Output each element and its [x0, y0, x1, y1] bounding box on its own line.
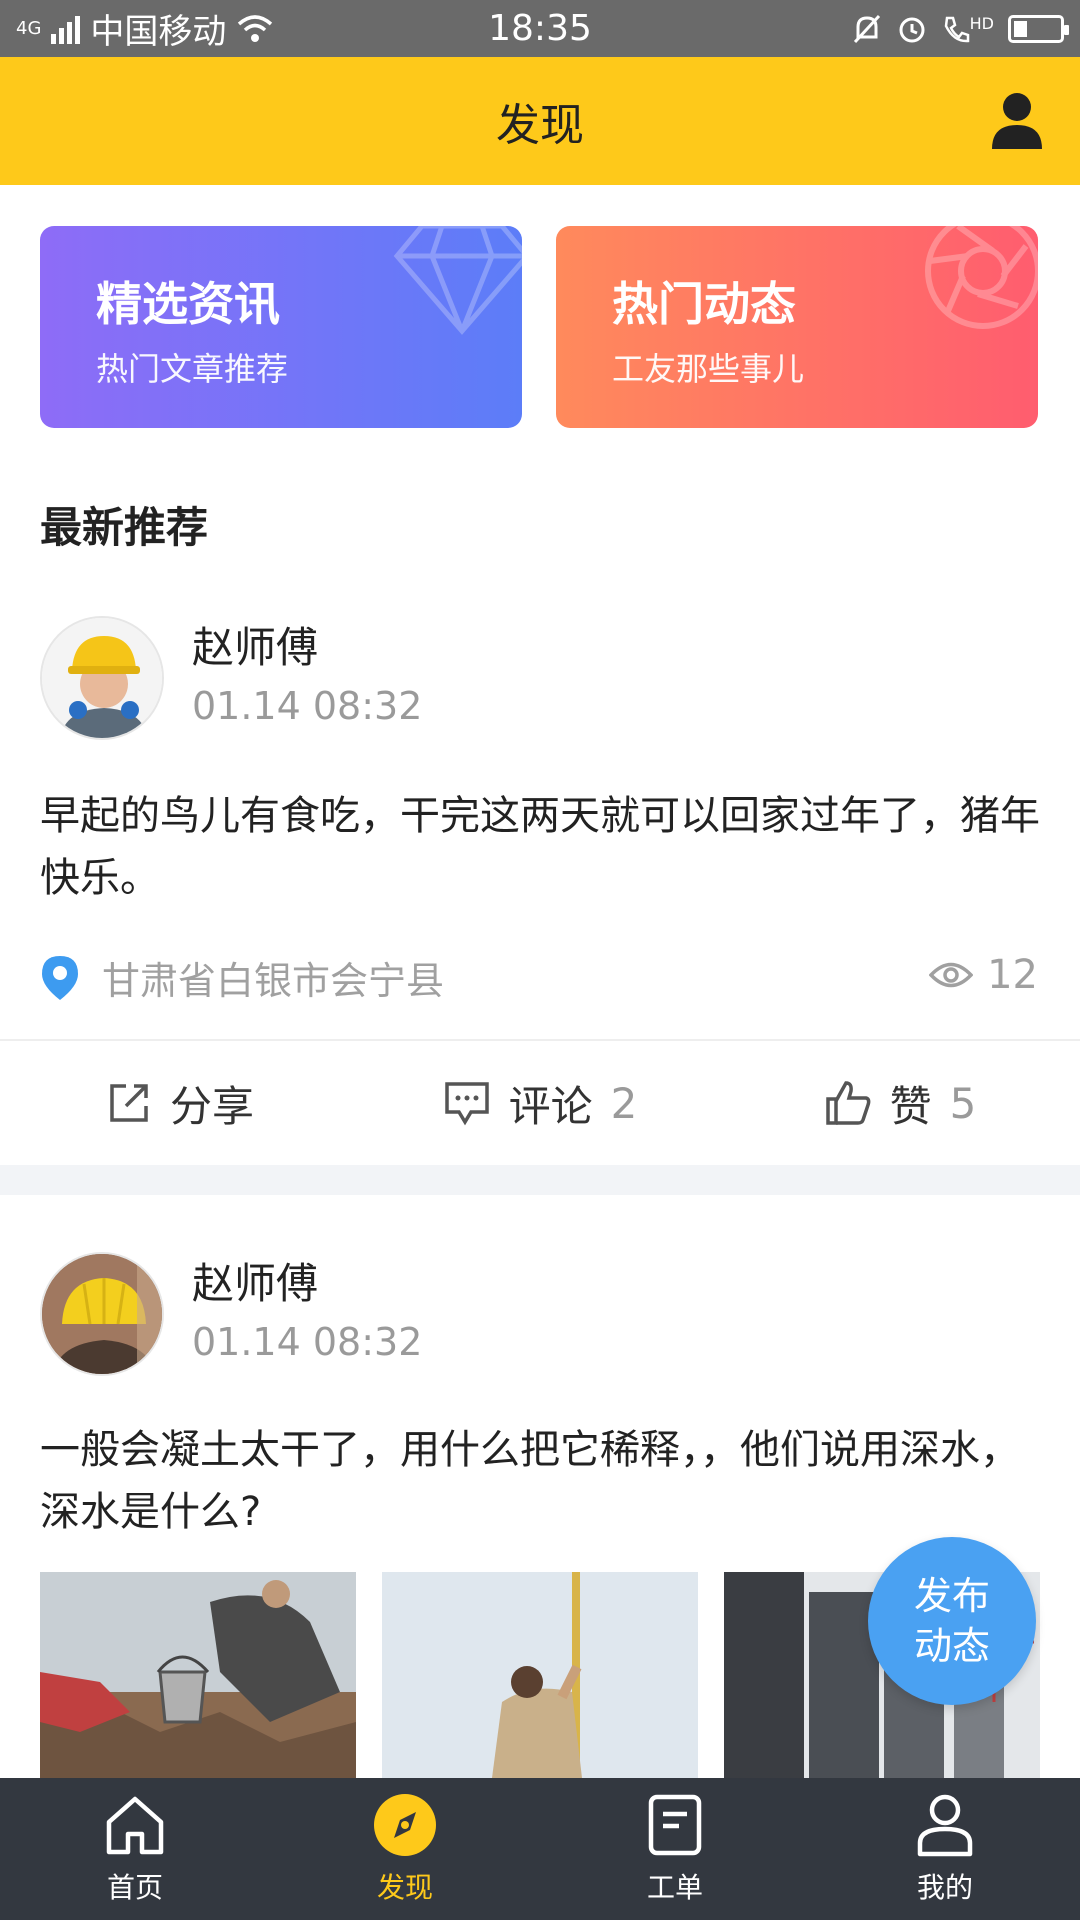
- post-text: 早起的鸟儿有食吃，干完这两天就可以回家过年了，猪年快乐。: [40, 793, 1040, 901]
- tab-label: 首页: [106, 1871, 163, 1904]
- like-count: 5: [949, 1078, 977, 1128]
- wifi-icon: [238, 14, 273, 42]
- aperture-icon: [925, 226, 1038, 329]
- author-name[interactable]: 赵师傅: [192, 1250, 318, 1311]
- tab-label: 工单: [646, 1871, 703, 1904]
- app-header: 发现: [0, 57, 1080, 185]
- compass-icon: [374, 1794, 436, 1856]
- alarm-icon: [899, 17, 925, 42]
- category-title: 热门动态: [612, 277, 796, 331]
- hd-label: HD: [969, 13, 994, 33]
- tab-label: 我的: [916, 1871, 973, 1904]
- share-icon: [110, 1084, 148, 1122]
- publish-post-button[interactable]: 发布 动态: [868, 1537, 1036, 1705]
- comment-button[interactable]: 评论 2: [360, 1041, 720, 1165]
- tab-home[interactable]: 首页: [0, 1778, 270, 1920]
- carrier-name: 中国移动: [90, 12, 227, 52]
- category-card-hot[interactable]: 热门动态 工友那些事儿: [556, 226, 1038, 428]
- category-subtitle: 热门文章推荐: [96, 350, 289, 388]
- network-type: 4G: [16, 18, 42, 39]
- eye-icon: [929, 962, 974, 988]
- post-text: 一般会凝土太干了，用什么把它稀释，，他们说用深水，深水是什么?: [40, 1427, 1020, 1535]
- view-count-number: 12: [987, 952, 1038, 998]
- view-count: 12: [929, 952, 1038, 998]
- home-icon: [106, 1796, 164, 1855]
- page-title: 发现: [496, 100, 584, 151]
- tab-mine[interactable]: 我的: [810, 1778, 1080, 1920]
- diamond-icon: [393, 226, 522, 335]
- post-image[interactable]: [382, 1572, 698, 1778]
- like-button[interactable]: 赞 5: [720, 1041, 1080, 1165]
- section-title: 最新推荐: [40, 503, 209, 552]
- like-label: 赞: [889, 1081, 932, 1131]
- mute-bell-icon: [853, 14, 880, 43]
- user-icon[interactable]: [990, 91, 1044, 151]
- comment-label: 评论: [508, 1081, 593, 1131]
- post-actions: 分享 评论 2 赞 5: [0, 1041, 1080, 1165]
- location-pin-icon: [42, 955, 78, 1000]
- post-time: 01.14 08:32: [192, 1320, 423, 1364]
- bottom-tab-bar: 首页 发现 工单 我的: [0, 1778, 1080, 1920]
- tab-discover[interactable]: 发现: [270, 1778, 540, 1920]
- document-icon: [648, 1794, 702, 1856]
- location: 甘肃省白银市会宁县: [40, 950, 444, 1005]
- fab-label-line1: 发布: [913, 1574, 990, 1618]
- thumbs-up-icon: [825, 1081, 871, 1125]
- location-text: 甘肃省白银市会宁县: [102, 959, 445, 1003]
- tab-label: 发现: [376, 1871, 433, 1904]
- comment-count: 2: [610, 1078, 638, 1128]
- profile-icon: [917, 1794, 973, 1857]
- avatar[interactable]: [40, 1252, 164, 1376]
- tab-orders[interactable]: 工单: [540, 1778, 810, 1920]
- category-title: 精选资讯: [96, 277, 280, 331]
- share-button[interactable]: 分享: [0, 1041, 360, 1165]
- post-time: 01.14 08:32: [192, 684, 423, 728]
- hd-call-icon: HD: [942, 14, 994, 44]
- category-subtitle: 工友那些事儿: [612, 350, 805, 388]
- post-image[interactable]: [40, 1572, 356, 1778]
- signal-icon: [51, 14, 81, 44]
- fab-label-line2: 动态: [913, 1624, 990, 1668]
- battery-icon: [1008, 14, 1069, 43]
- avatar[interactable]: [40, 616, 164, 740]
- share-label: 分享: [169, 1081, 254, 1131]
- category-card-news[interactable]: 精选资讯 热门文章推荐: [40, 226, 522, 428]
- author-name[interactable]: 赵师傅: [192, 614, 318, 675]
- status-bar: 4G 中国移动 18:35 HD: [0, 0, 1080, 57]
- section-gap: [0, 1165, 1080, 1195]
- comment-icon: [444, 1082, 489, 1126]
